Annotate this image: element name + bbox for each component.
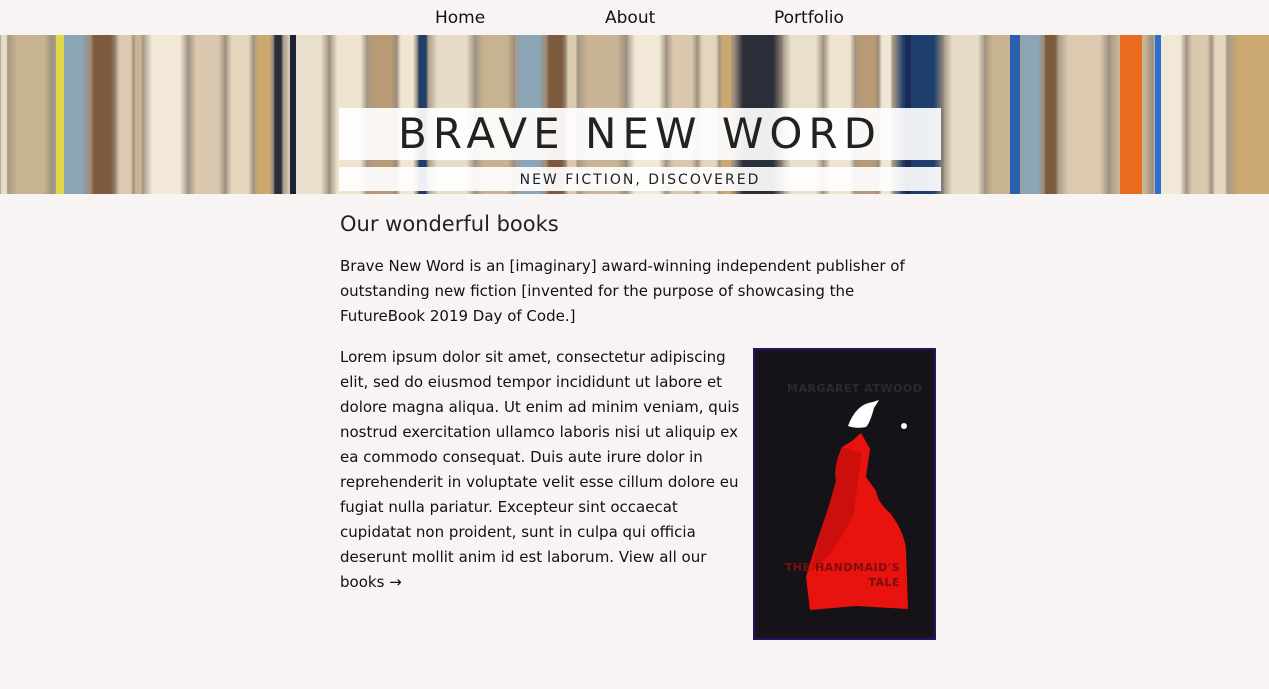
book-title: THE HANDMAID'S TALE [784, 561, 900, 589]
book-spine-accent [1155, 35, 1161, 194]
book-spine [1019, 35, 1043, 194]
book-spine [189, 35, 226, 194]
book-spine-accent [56, 35, 64, 194]
book-spine [143, 35, 189, 194]
book-cover-inner: MARGARET ATWOOD THE HANDMAID'S TALE [758, 353, 931, 635]
intro-paragraph: Brave New Word is an [imaginary] award-w… [340, 257, 905, 325]
lorem-paragraph: Lorem ipsum dolor sit amet, consectetur … [340, 345, 750, 595]
book-spine [1228, 35, 1269, 194]
book-spine [1043, 35, 1058, 194]
book-spine [273, 35, 283, 194]
main-content: Our wonderful books Brave New Word is an… [340, 206, 940, 640]
top-nav: Home About Portfolio [0, 0, 1269, 35]
book-feature-row: Lorem ipsum dolor sit amet, consectetur … [340, 345, 940, 640]
book-spine-accent [290, 35, 296, 194]
section-heading: Our wonderful books [340, 212, 559, 236]
lorem-text: Lorem ipsum dolor sit amet, consectetur … [340, 348, 740, 566]
book-spine [0, 35, 8, 194]
book-spine-accent [1120, 35, 1142, 194]
book-spine [116, 35, 134, 194]
book-spine [134, 35, 143, 194]
book-spine [944, 35, 986, 194]
site-subtitle-box: NEW FICTION, DISCOVERED [339, 167, 941, 191]
site-subtitle: NEW FICTION, DISCOVERED [519, 172, 761, 188]
book-spine [1058, 35, 1110, 194]
book-spine [8, 35, 53, 194]
book-cover-image[interactable]: MARGARET ATWOOD THE HANDMAID'S TALE [753, 348, 936, 640]
book-author: MARGARET ATWOOD [787, 382, 923, 395]
nav-home-link[interactable]: Home [435, 8, 485, 28]
book-spine [254, 35, 273, 194]
site-title: BRAVE NEW WORD [398, 109, 882, 158]
nav-about-link[interactable]: About [605, 8, 655, 28]
book-spine [226, 35, 254, 194]
hero-banner: BRAVE NEW WORD NEW FICTION, DISCOVERED [0, 35, 1269, 194]
book-spine-accent [1010, 35, 1020, 194]
book-spine [1187, 35, 1212, 194]
handmaid-figure-icon [806, 400, 908, 610]
site-title-box: BRAVE NEW WORD [339, 108, 941, 160]
nav-portfolio-link[interactable]: Portfolio [774, 8, 844, 28]
book-spine [1212, 35, 1228, 194]
book-spine [89, 35, 116, 194]
